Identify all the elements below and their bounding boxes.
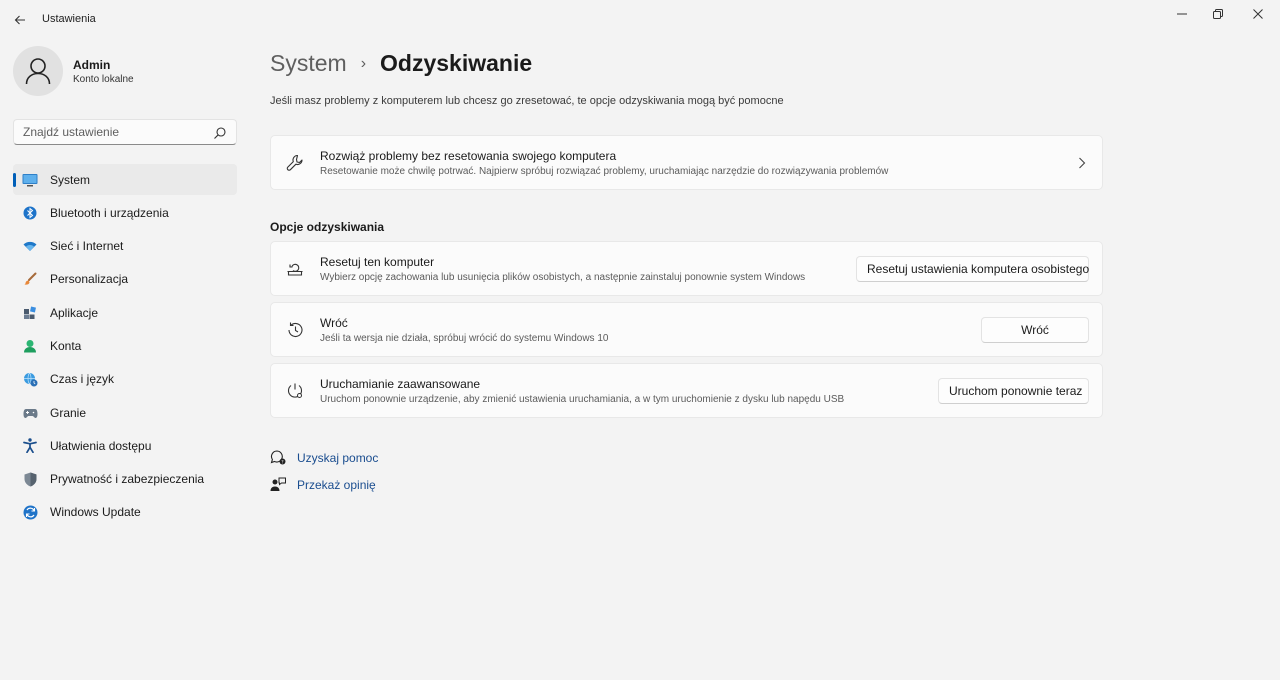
go-back-card: Wróć Jeśli ta wersja nie działa, spróbuj… [270,302,1103,357]
sidebar-item-label: Prywatność i zabezpieczenia [50,472,205,487]
avatar [13,46,63,96]
advanced-startup-card: Uruchamianie zaawansowane Uruchom ponown… [270,363,1103,418]
sidebar-item-accessibility[interactable]: Ułatwienia dostępu [13,430,237,461]
sidebar-item-label: Personalizacja [50,272,129,287]
gamepad-icon [22,405,38,421]
restore-button[interactable] [1200,0,1236,28]
sidebar-item-accounts[interactable]: Konta [13,330,237,361]
minimize-button[interactable] [1164,0,1200,28]
reset-pc-button[interactable]: Resetuj ustawienia komputera osobistego [856,255,1089,282]
feedback-link[interactable]: Przekaż opinię [297,478,376,492]
sidebar-item-personalization[interactable]: Personalizacja [13,264,237,295]
sidebar-item-label: Czas i język [50,372,115,387]
get-help-link[interactable]: Uzyskaj pomoc [297,451,378,465]
wrench-icon [285,153,305,173]
sidebar-item-system[interactable]: System [13,164,237,195]
feedback-link-row[interactable]: Przekaż opinię [270,471,378,498]
reset-pc-card: Resetuj ten komputer Wybierz opcję zacho… [270,241,1103,296]
apps-icon [22,305,38,321]
history-icon [285,320,305,340]
sidebar-item-label: Granie [50,405,87,420]
brush-icon [22,271,38,287]
card-description: Wybierz opcję zachowania lub usunięcia p… [320,271,806,283]
close-button[interactable] [1236,0,1280,28]
help-links: ? Uzyskaj pomoc Przekaż opinię [270,444,378,498]
breadcrumb-separator: › [360,54,367,72]
breadcrumb-parent[interactable]: System [270,50,347,77]
sidebar-item-label: Windows Update [50,505,141,520]
help-chat-icon: ? [270,450,286,466]
sidebar-item-bluetooth[interactable]: Bluetooth i urządzenia [13,197,237,228]
card-description: Uruchom ponownie urządzenie, aby zmienić… [320,393,845,405]
chevron-right-icon [1072,153,1092,173]
card-title: Rozwiąż problemy bez resetowania swojego… [320,148,617,163]
sidebar: Admin Konto lokalne System Bluetooth i u… [0,40,250,680]
accessibility-icon [22,438,38,454]
sidebar-item-label: Ułatwienia dostępu [50,438,152,453]
sidebar-item-label: System [50,172,91,187]
restore-icon [1213,9,1223,19]
card-description: Resetowanie może chwilę potrwać. Najpier… [320,165,889,177]
search-input[interactable] [23,125,203,139]
profile-account-type: Konto lokalne [73,73,134,85]
minimize-icon [1177,13,1187,15]
card-description: Jeśli ta wersja nie działa, spróbuj wróc… [320,332,609,344]
sidebar-item-privacy[interactable]: Prywatność i zabezpieczenia [13,464,237,495]
shield-icon [22,471,38,487]
sidebar-nav: System Bluetooth i urządzenia Sieć i Int… [13,164,237,530]
search-box[interactable] [13,119,237,145]
person-icon [22,338,38,354]
card-title: Wróć [320,315,348,330]
wifi-icon [22,238,38,254]
restart-now-button[interactable]: Uruchom ponownie teraz [938,377,1089,404]
title-bar: Ustawienia [0,0,1280,40]
section-title: Opcje odzyskiwania [270,220,385,234]
get-help-link-row[interactable]: ? Uzyskaj pomoc [270,444,378,471]
sidebar-item-label: Konta [50,338,82,353]
sidebar-item-label: Sieć i Internet [50,239,124,254]
breadcrumb: System › Odzyskiwanie [270,50,532,77]
troubleshoot-card[interactable]: Rozwiąż problemy bez resetowania swojego… [270,135,1103,190]
sidebar-item-label: Aplikacje [50,305,99,320]
system-icon [22,172,38,188]
sidebar-item-label: Bluetooth i urządzenia [50,205,169,220]
feedback-icon [270,477,286,493]
windows-update-icon [22,504,38,520]
app-title: Ustawienia [42,13,96,25]
globe-clock-icon [22,371,38,387]
search-icon[interactable] [213,126,227,140]
back-button[interactable] [8,8,32,32]
sidebar-item-gaming[interactable]: Granie [13,397,237,428]
sidebar-item-network[interactable]: Sieć i Internet [13,231,237,262]
reset-pc-icon [285,259,305,279]
user-profile[interactable]: Admin Konto lokalne [13,46,134,96]
page-subtitle: Jeśli masz problemy z komputerem lub chc… [270,95,784,107]
advanced-startup-icon [285,381,305,401]
page-title: Odzyskiwanie [380,50,533,76]
back-arrow-icon [14,15,25,25]
sidebar-item-apps[interactable]: Aplikacje [13,297,237,328]
go-back-button[interactable]: Wróć [981,316,1089,343]
window-controls [1164,0,1280,28]
close-icon [1253,9,1263,19]
card-title: Uruchamianie zaawansowane [320,376,481,391]
sidebar-item-windows-update[interactable]: Windows Update [13,497,237,528]
card-title: Resetuj ten komputer [320,254,435,269]
profile-name: Admin [73,57,111,72]
person-avatar-icon [25,58,51,85]
sidebar-item-time-language[interactable]: Czas i język [13,364,237,395]
bluetooth-icon [22,205,38,221]
